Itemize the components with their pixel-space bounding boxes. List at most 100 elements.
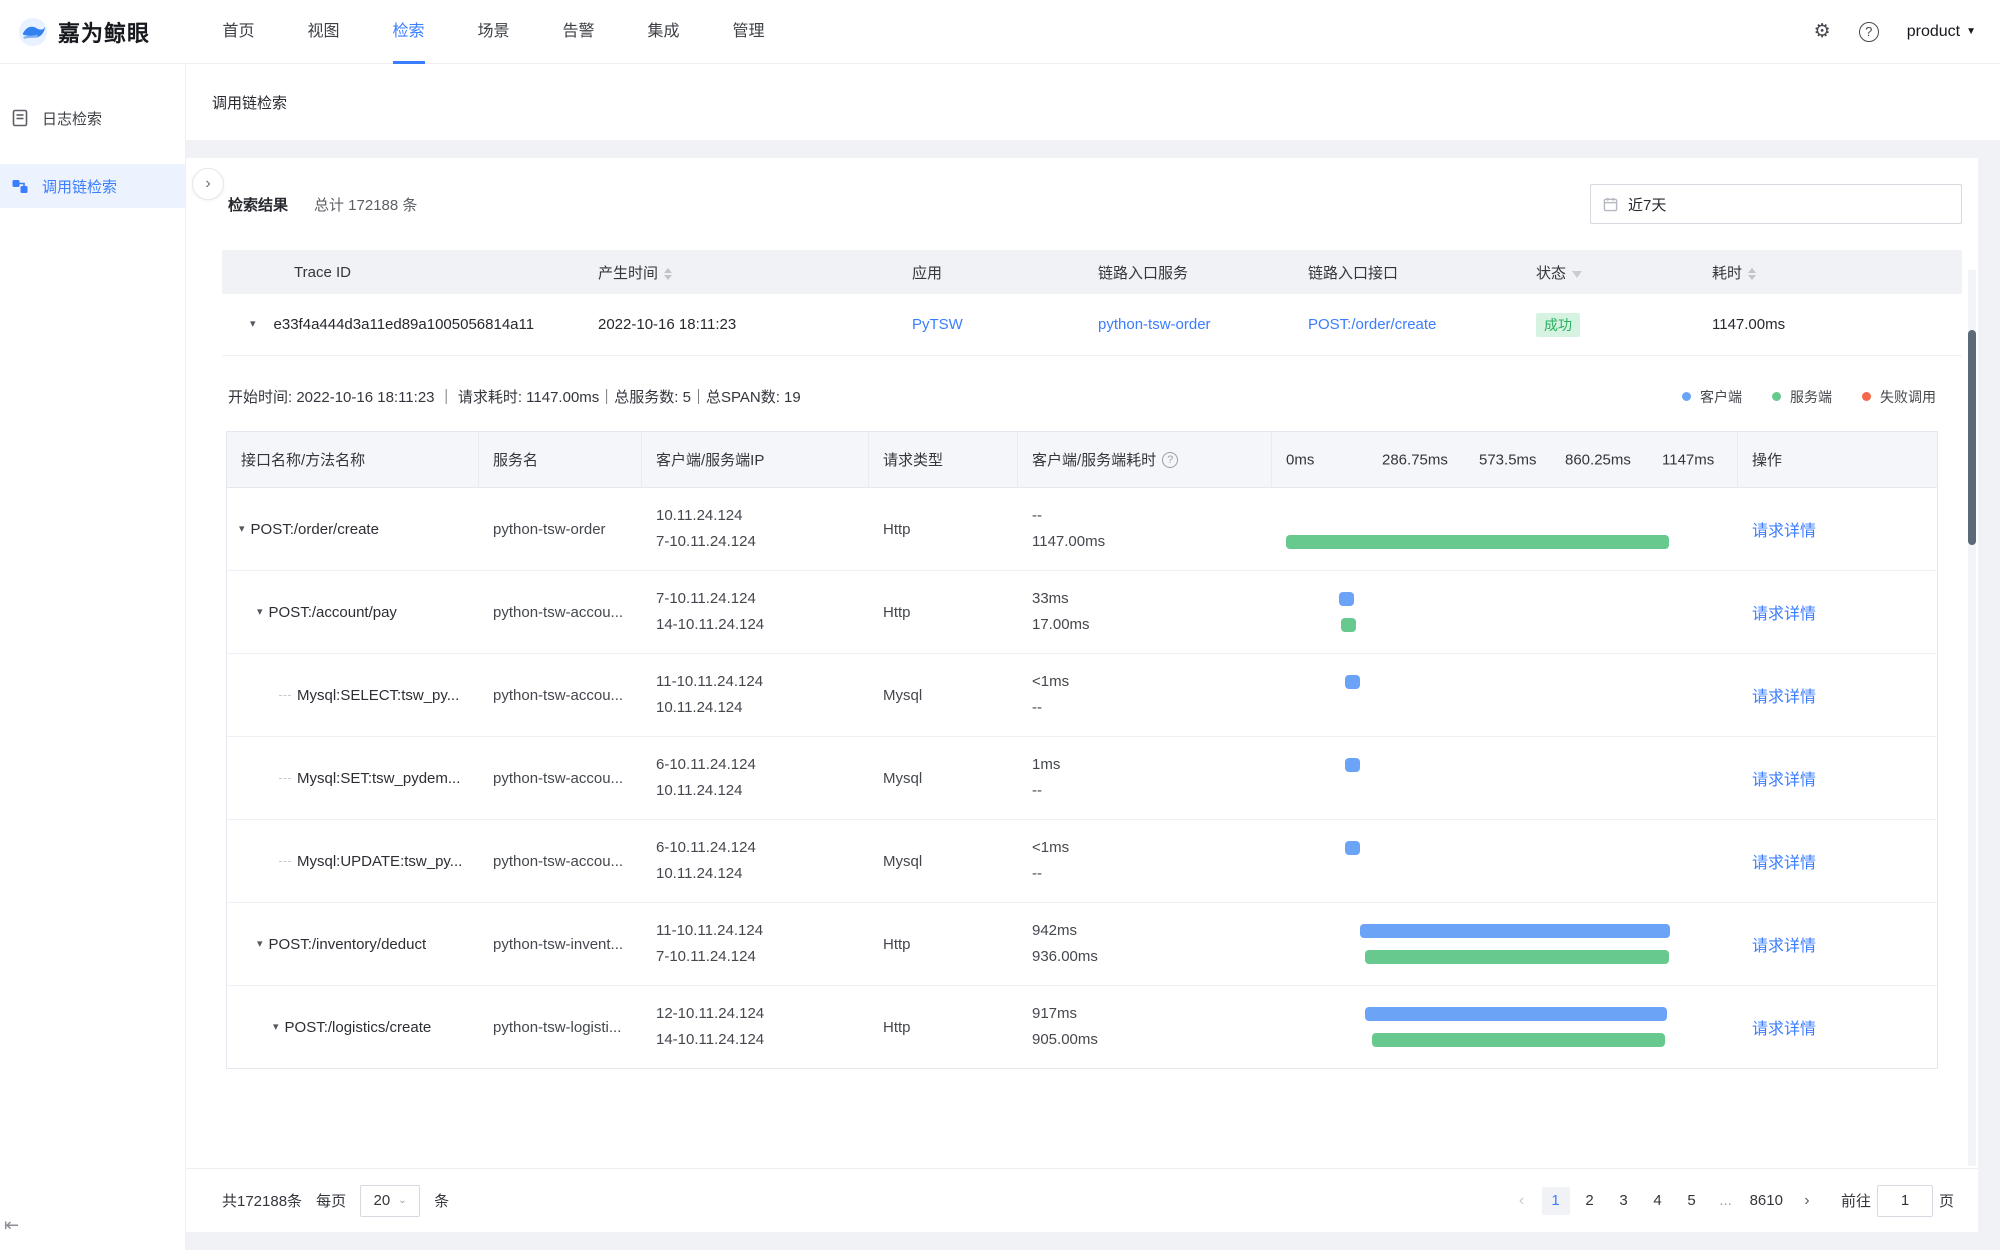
- col-duration: 耗时: [1704, 262, 1954, 283]
- legend-fail: 失败调用: [1862, 387, 1936, 407]
- client-span-bar[interactable]: [1365, 1007, 1668, 1021]
- request-type: Mysql: [869, 770, 1018, 787]
- server-span-bar[interactable]: [1341, 618, 1356, 632]
- request-detail-link[interactable]: 请求详情: [1752, 689, 1816, 706]
- top-navbar: 嘉为鲸眼 首页 视图 检索 场景 告警 集成 管理 ⚙ ? product ▼: [0, 0, 2000, 64]
- next-page-button[interactable]: ›: [1793, 1187, 1821, 1215]
- server-duration: 905.00ms: [1032, 1027, 1272, 1053]
- client-span-bar[interactable]: [1360, 924, 1670, 938]
- server-span-bar[interactable]: [1372, 1033, 1665, 1047]
- trace-entry-service-link[interactable]: python-tsw-order: [1098, 316, 1211, 333]
- page-button-5[interactable]: 5: [1678, 1187, 1706, 1215]
- client-span-bar[interactable]: [1345, 675, 1360, 689]
- request-type: Http: [869, 521, 1018, 538]
- server-span-bar[interactable]: [1286, 535, 1669, 549]
- span-timeline: [1272, 571, 1738, 653]
- server-span-bar[interactable]: [1365, 950, 1669, 964]
- axis-tick: 1147ms: [1662, 451, 1714, 468]
- prev-page-button[interactable]: ‹: [1508, 1187, 1536, 1215]
- span-row: ▾ POST:/logistics/create python-tsw-logi…: [227, 986, 1937, 1068]
- span-collapse-caret-icon[interactable]: ▾: [239, 524, 245, 535]
- page-button-last[interactable]: 8610: [1746, 1187, 1787, 1215]
- topbar-actions: ⚙ ? product ▼: [1814, 22, 2000, 42]
- nav-item-admin[interactable]: 管理: [706, 0, 791, 64]
- nav-item-views[interactable]: 视图: [281, 0, 366, 64]
- server-ip: 7-10.11.24.124: [656, 944, 869, 970]
- client-span-bar[interactable]: [1345, 841, 1360, 855]
- span-collapse-caret-icon[interactable]: ▾: [257, 939, 263, 950]
- span-row: ▾ POST:/inventory/deduct python-tsw-inve…: [227, 903, 1937, 986]
- span-service: python-tsw-order: [479, 521, 642, 538]
- tree-branch-icon: [279, 778, 291, 779]
- panel-expand-chevron-button[interactable]: ›: [192, 168, 224, 200]
- sidebar-item-log-search[interactable]: 日志检索: [0, 96, 185, 140]
- timeline-axis: 0ms 286.75ms 573.5ms 860.25ms 1147ms: [1272, 432, 1737, 488]
- request-detail-link[interactable]: 请求详情: [1752, 606, 1816, 623]
- page-button-4[interactable]: 4: [1644, 1187, 1672, 1215]
- nav-item-integrations[interactable]: 集成: [621, 0, 706, 64]
- sidebar-item-trace-search[interactable]: 调用链检索: [0, 164, 185, 208]
- help-icon[interactable]: ?: [1859, 22, 1879, 42]
- span-row: Mysql:SET:tsw_pydem... python-tsw-accou.…: [227, 737, 1937, 820]
- span-service: python-tsw-invent...: [479, 936, 642, 953]
- per-page-unit: 条: [434, 1190, 449, 1211]
- info-icon[interactable]: ?: [1162, 452, 1178, 468]
- sort-icon[interactable]: [664, 268, 672, 280]
- sidebar-collapse-icon[interactable]: ⇤: [4, 1215, 19, 1236]
- page-button-1[interactable]: 1: [1542, 1187, 1570, 1215]
- span-timeline: [1272, 903, 1738, 985]
- server-ip: 7-10.11.24.124: [656, 529, 869, 555]
- chevron-down-icon: ▼: [1966, 26, 1976, 37]
- server-duration: --: [1032, 861, 1272, 887]
- axis-tick: 0ms: [1286, 451, 1314, 468]
- span-table: 接口名称/方法名称 服务名 客户端/服务端IP 请求类型 客户端/服务端耗时? …: [226, 431, 1938, 1069]
- client-duration: <1ms: [1032, 669, 1272, 695]
- span-collapse-caret-icon[interactable]: ▾: [273, 1022, 279, 1033]
- user-menu[interactable]: product ▼: [1907, 23, 1976, 41]
- client-ip: 6-10.11.24.124: [656, 752, 869, 778]
- nav-item-alerts[interactable]: 告警: [536, 0, 621, 64]
- client-ip: 12-10.11.24.124: [656, 1001, 869, 1027]
- page-size-select[interactable]: 20 ⌄: [360, 1185, 420, 1217]
- client-duration: 917ms: [1032, 1001, 1272, 1027]
- request-detail-link[interactable]: 请求详情: [1752, 772, 1816, 789]
- span-timeline: [1272, 820, 1738, 902]
- client-span-bar[interactable]: [1345, 758, 1360, 772]
- server-duration: 936.00ms: [1032, 944, 1272, 970]
- sidebar-item-label: 日志检索: [42, 108, 102, 129]
- scrollbar-thumb[interactable]: [1968, 330, 1976, 545]
- request-detail-link[interactable]: 请求详情: [1752, 1021, 1816, 1038]
- goto-page-input[interactable]: [1877, 1185, 1933, 1217]
- request-detail-link[interactable]: 请求详情: [1752, 855, 1816, 872]
- filter-icon[interactable]: [1572, 271, 1582, 278]
- col-span-name: 接口名称/方法名称: [227, 432, 479, 488]
- span-collapse-caret-icon[interactable]: ▾: [257, 607, 263, 618]
- span-name: POST:/logistics/create: [285, 1019, 432, 1036]
- page-button-3[interactable]: 3: [1610, 1187, 1638, 1215]
- settings-gear-icon[interactable]: ⚙: [1814, 22, 1831, 41]
- trace-table: Trace ID 产生时间 应用 链路入口服务 链路入口接口 状态 耗时 ▾ e…: [222, 250, 1962, 356]
- sort-icon[interactable]: [1748, 268, 1756, 280]
- client-span-bar[interactable]: [1339, 592, 1354, 606]
- page-button-2[interactable]: 2: [1576, 1187, 1604, 1215]
- nav-item-search[interactable]: 检索: [366, 0, 451, 64]
- trace-meta-text: 开始时间: 2022-10-16 18:11:23 ｜ 请求耗时: 1147.0…: [228, 386, 801, 407]
- request-detail-link[interactable]: 请求详情: [1752, 523, 1816, 540]
- trace-app-link[interactable]: PyTSW: [912, 316, 963, 333]
- request-type: Mysql: [869, 853, 1018, 870]
- trace-row[interactable]: ▾ e33f4a444d3a11ed89a1005056814a11 2022-…: [222, 294, 1962, 356]
- client-duration: 33ms: [1032, 586, 1272, 612]
- user-menu-label: product: [1907, 23, 1960, 41]
- nav-item-scenes[interactable]: 场景: [451, 0, 536, 64]
- nav-item-home[interactable]: 首页: [196, 0, 281, 64]
- server-ip: 10.11.24.124: [656, 861, 869, 887]
- trace-entry-api-link[interactable]: POST:/order/create: [1308, 316, 1436, 333]
- date-range-picker[interactable]: 近7天: [1590, 184, 1962, 224]
- row-collapse-caret-icon[interactable]: ▾: [250, 319, 256, 330]
- brand-name: 嘉为鲸眼: [58, 16, 150, 48]
- server-duration: 1147.00ms: [1032, 529, 1272, 555]
- request-detail-link[interactable]: 请求详情: [1752, 938, 1816, 955]
- brand[interactable]: 嘉为鲸眼: [0, 16, 176, 48]
- client-ip: 11-10.11.24.124: [656, 669, 869, 695]
- span-name: POST:/inventory/deduct: [269, 936, 427, 953]
